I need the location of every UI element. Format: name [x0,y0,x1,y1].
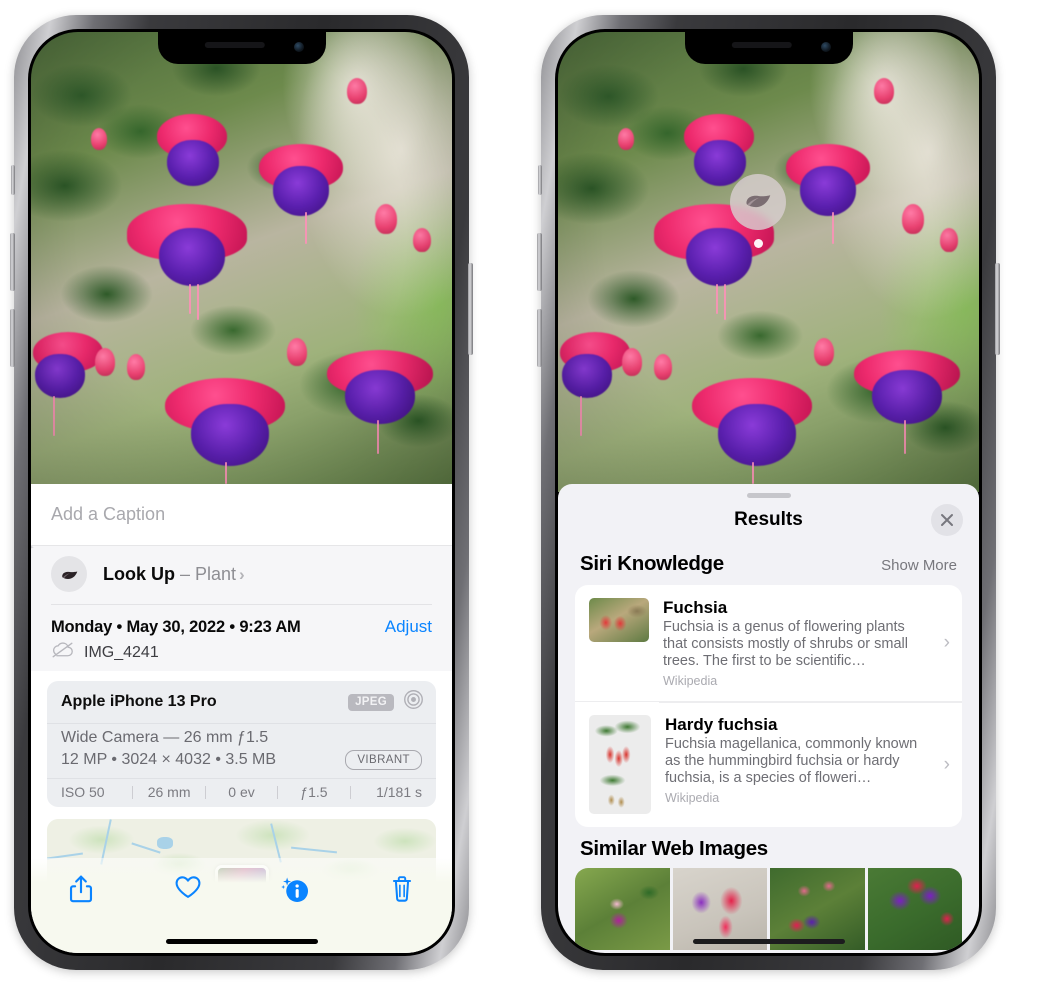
trash-icon[interactable] [382,874,422,904]
knowledge-title: Fuchsia [663,598,728,617]
sparkle-icon: ✦ [31,541,35,557]
web-image-thumbnail[interactable] [575,868,670,950]
info-sparkle-icon[interactable] [275,874,315,904]
exif-shutter: 1/181 s [376,784,423,800]
notch [157,32,326,64]
web-image-thumbnail[interactable] [867,868,962,950]
photo-viewer[interactable] [31,32,452,484]
look-up-label: Look Up – Plant › [103,564,245,585]
notch [684,32,853,64]
adjust-button[interactable]: Adjust [385,617,432,637]
similar-web-images-header: Similar Web Images [558,827,979,868]
photo-style-badge: VIBRANT [345,750,422,770]
metadata-block: Monday • May 30, 2022 • 9:23 AM Adjust I… [31,604,452,671]
right-iphone-device: Results Siri Knowledge Show More Fuchsia… [537,15,1000,970]
left-iphone-device: Add a Caption ✦ ✦ Look Up – Plant› [10,15,473,970]
knowledge-title: Hardy fuchsia [665,715,778,734]
mute-switch[interactable] [538,165,542,195]
siri-knowledge-card: Fuchsia Fuchsia is a genus of flowering … [575,585,962,827]
right-phone-screen: Results Siri Knowledge Show More Fuchsia… [558,32,979,953]
icloud-slash-icon [51,642,74,663]
look-up-row[interactable]: ✦ ✦ Look Up – Plant› [31,541,452,604]
chevron-right-icon: › [943,753,950,775]
leaf-icon [743,185,773,220]
siri-knowledge-header: Siri Knowledge Show More [558,542,979,585]
camera-spec-line: 12 MP • 3024 × 4032 • 3.5 MB [61,751,277,768]
exif-aperture: ƒ1.5 [300,784,328,800]
knowledge-source: Wikipedia [663,674,718,688]
home-indicator[interactable] [692,938,845,944]
knowledge-item[interactable]: Hardy fuchsia Fuchsia magellanica, commo… [575,701,962,827]
chevron-right-icon: › [943,632,950,653]
knowledge-source: Wikipedia [665,791,720,805]
results-title: Results [734,509,803,530]
mute-switch[interactable] [11,165,15,195]
left-phone-screen: Add a Caption ✦ ✦ Look Up – Plant› [31,32,452,953]
siri-knowledge-title: Siri Knowledge [580,552,724,575]
front-camera [820,42,831,52]
photo-date: Monday • May 30, 2022 • 9:23 AM [51,618,301,636]
camera-model: Apple iPhone 13 Pro [61,693,217,710]
earpiece-speaker [731,42,792,48]
volume-up-button[interactable] [537,233,542,291]
screenshot-stage: Add a Caption ✦ ✦ Look Up – Plant› [0,0,1055,985]
volume-down-button[interactable] [537,309,542,367]
right-phone-bezel: Results Siri Knowledge Show More Fuchsia… [555,29,982,956]
look-up-subject: Plant [195,563,237,584]
knowledge-description: Fuchsia magellanica, commonly known as t… [665,736,918,786]
exif-iso: ISO 50 [61,784,105,800]
look-up-dash: – [175,563,196,584]
power-button[interactable] [468,263,473,355]
front-camera [293,42,304,52]
home-indicator[interactable] [165,938,318,944]
photo-viewer[interactable] [558,32,979,492]
heart-icon[interactable] [168,874,208,900]
caption-field[interactable]: Add a Caption [31,484,452,546]
look-up-anchor-dot [754,239,763,248]
photo-filename: IMG_4241 [84,643,159,661]
divider [659,702,962,703]
aperture-icon [403,689,424,715]
left-phone-bezel: Add a Caption ✦ ✦ Look Up – Plant› [28,29,455,956]
similar-web-images-title: Similar Web Images [580,837,768,860]
caption-placeholder: Add a Caption [51,504,166,524]
camera-info-card[interactable]: Apple iPhone 13 Pro JPEG Wide Camera — 2… [47,681,436,807]
exif-exposure: 0 ev [228,784,255,800]
knowledge-item[interactable]: Fuchsia Fuchsia is a genus of flowering … [575,585,962,701]
close-icon[interactable] [931,504,963,536]
leaf-icon [51,556,87,592]
camera-lens-line: Wide Camera — 26 mm ƒ1.5 [61,729,269,746]
volume-down-button[interactable] [10,309,15,367]
look-up-badge[interactable] [730,174,786,230]
knowledge-thumbnail [589,598,649,642]
results-sheet: Results Siri Knowledge Show More Fuchsia… [558,484,979,953]
knowledge-description: Fuchsia is a genus of flowering plants t… [663,619,908,669]
results-header: Results [558,498,979,542]
volume-up-button[interactable] [10,233,15,291]
show-more-button[interactable]: Show More [881,557,957,574]
power-button[interactable] [995,263,1000,355]
format-badge: JPEG [348,693,394,711]
exif-focal: 26 mm [147,784,191,800]
look-up-text: Look Up [103,563,175,584]
share-icon[interactable] [61,874,101,904]
exif-row: ISO 50 26 mm 0 ev ƒ1.5 1/181 s [47,778,436,807]
knowledge-thumbnail [589,715,651,814]
divider [51,604,432,605]
chevron-right-icon: › [239,564,245,584]
earpiece-speaker [204,42,265,48]
